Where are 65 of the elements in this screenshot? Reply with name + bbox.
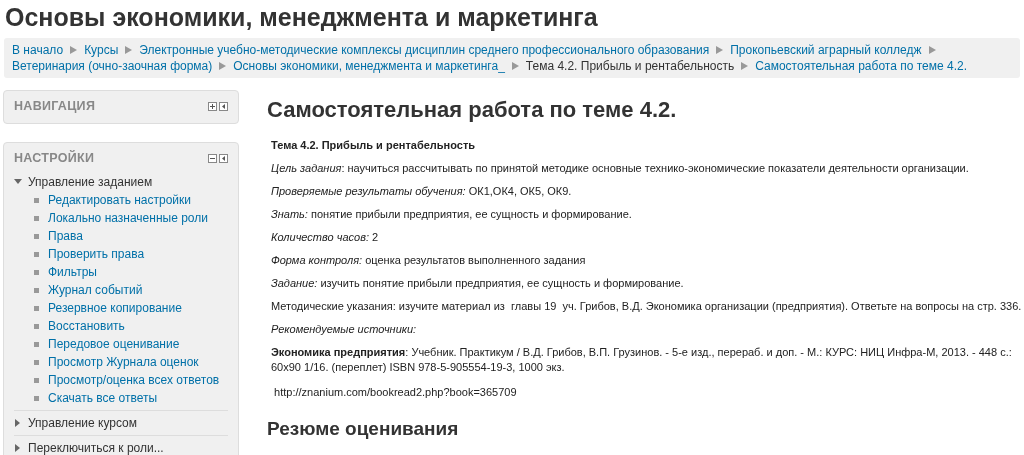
collapsed-triangle-icon[interactable] xyxy=(14,444,22,452)
breadcrumb-link[interactable]: Основы экономики, менеджмента и маркетинга_ xyxy=(233,58,505,74)
separator-icon xyxy=(928,46,936,54)
breadcrumb-link[interactable]: Электронные учебно-методические комплексы дисциплин среднего профессионального образования xyxy=(139,42,710,58)
block-title: НАСТРОЙКИ xyxy=(14,151,95,165)
settings-link[interactable]: Просмотр Журнала оценок xyxy=(48,353,199,371)
settings-link[interactable]: Локально назначенные роли xyxy=(48,209,208,227)
bullet-icon xyxy=(34,197,39,203)
bullet-icon xyxy=(34,287,39,293)
tree-node[interactable]: Переключиться к роли... xyxy=(28,439,164,455)
dock-icon[interactable] xyxy=(219,153,228,163)
bullet-icon xyxy=(34,395,39,401)
breadcrumb-link[interactable]: В начало xyxy=(12,42,64,58)
separator-icon xyxy=(125,46,133,54)
bullet-icon xyxy=(34,233,39,239)
breadcrumb-text: Тема 4.2. Прибыль и рентабельность xyxy=(525,58,735,74)
bullet-icon xyxy=(34,377,39,383)
bullet-icon xyxy=(34,341,39,347)
collapsed-triangle-icon[interactable] xyxy=(14,419,22,427)
tree-node[interactable]: Управление заданием xyxy=(28,173,153,191)
block-title: НАВИГАЦИЯ xyxy=(14,99,96,113)
settings-link[interactable]: Проверить права xyxy=(48,245,145,263)
separator-icon xyxy=(511,62,519,70)
separator-icon xyxy=(741,62,749,70)
topic-title: Тема 4.2. Прибыль и рентабельность xyxy=(271,138,477,153)
settings-link[interactable]: Восстановить xyxy=(48,317,125,335)
settings-link[interactable]: Передовое оценивание xyxy=(48,335,180,353)
paragraph: http://znanium.com/bookread2.php?book=365709 xyxy=(273,385,518,400)
expand-icon[interactable] xyxy=(208,101,217,111)
breadcrumb-link[interactable]: Ветеринария (очно-заочная форма) xyxy=(12,58,213,74)
bullet-icon xyxy=(34,359,39,365)
paragraph: Рекомендуемые источники: xyxy=(271,322,418,337)
bullet-icon xyxy=(34,215,39,221)
settings-link[interactable]: Редактировать настройки xyxy=(48,191,192,209)
settings-link[interactable]: Просмотр/оценка всех ответов xyxy=(48,371,220,389)
paragraph: Экономика предприятия: Учебник. Практикум / В.Д. Грибов, В.П. Грузинов. - 5-е изд., перераб. и доп. - М.: КУРС: НИЦ Инфра-М, 2013. - 448 с.: 60х90 1/16. (переплет) ISBN 978-5-905554-19-3, 1000 экз. xyxy=(271,345,1013,375)
paragraph: Задание: изучить понятие прибыли предприятия, ее сущность и формирование. xyxy=(271,276,685,291)
settings-link[interactable]: Скачать все ответы xyxy=(48,389,158,407)
paragraph: Цель задания: научиться рассчитывать по принятой методике основные технико-экономические показатели деятельности организации. xyxy=(271,161,970,176)
bullet-icon xyxy=(34,323,39,329)
settings-link[interactable]: Фильтры xyxy=(48,263,97,281)
paragraph: Форма контроля: оценка результатов выполненного задания xyxy=(271,253,587,268)
dock-icon[interactable] xyxy=(219,101,228,111)
breadcrumb-link[interactable]: Прокопьевский аграрный колледж xyxy=(730,42,922,58)
breadcrumb-link[interactable]: Курсы xyxy=(84,42,119,58)
tree-node[interactable]: Управление курсом xyxy=(28,414,138,432)
bullet-icon xyxy=(34,305,39,311)
bullet-icon xyxy=(34,269,39,275)
separator-icon xyxy=(219,62,227,70)
paragraph: Знать: понятие прибыли предприятия, ее сущность и формирование. xyxy=(271,207,633,222)
paragraph: Методические указания: изучите материал из главы 19 уч. Грибов, В.Д. Экономика организации (предприятия). Ответьте на вопросы на стр. 336. xyxy=(271,299,1023,314)
expanded-triangle-icon[interactable] xyxy=(14,178,22,186)
page-title: Основы экономики, менеджмента и маркетинга xyxy=(4,2,599,32)
collapse-icon[interactable] xyxy=(208,153,217,163)
settings-link[interactable]: Права xyxy=(48,227,83,245)
separator-icon xyxy=(70,46,78,54)
settings-link[interactable]: Резервное копирование xyxy=(48,299,182,317)
bullet-icon xyxy=(34,251,39,257)
paragraph: Количество часов: 2 xyxy=(271,230,380,245)
separator-icon xyxy=(716,46,724,54)
settings-link[interactable]: Журнал событий xyxy=(48,281,143,299)
page-heading: Самостоятельная работа по теме 4.2. xyxy=(267,96,678,124)
paragraph: Проверяемые результаты обучения: ОК1,ОК4, ОК5, ОК9. xyxy=(271,184,573,199)
section-heading: Резюме оценивания xyxy=(267,418,460,440)
breadcrumb-link[interactable]: Самостоятельная работа по теме 4.2. xyxy=(755,58,967,74)
